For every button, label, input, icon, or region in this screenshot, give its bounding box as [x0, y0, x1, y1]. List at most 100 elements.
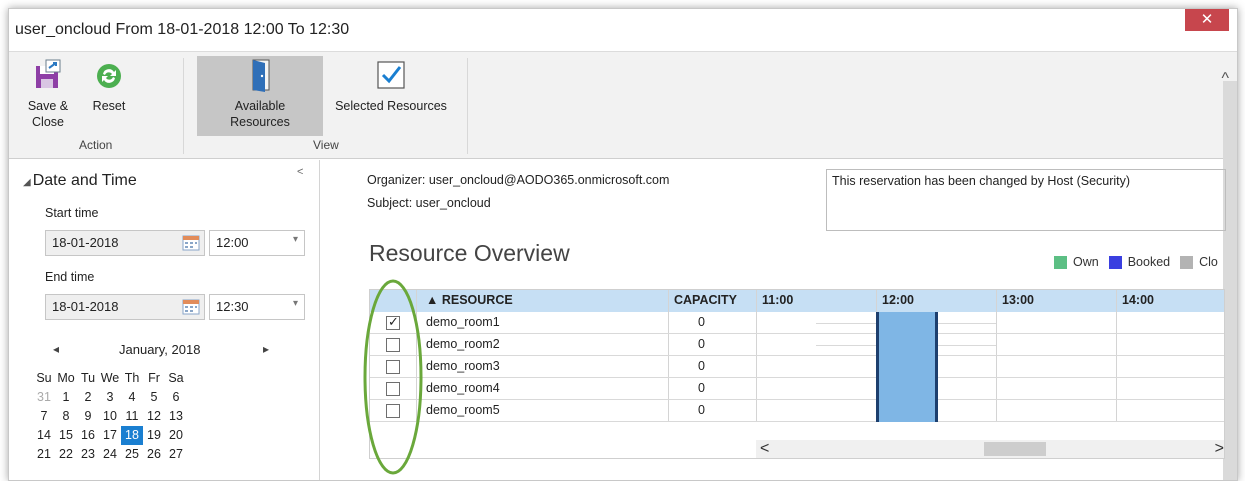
calendar-day[interactable]: 2 [77, 388, 99, 407]
calendar-icon[interactable] [182, 299, 200, 315]
calendar-day[interactable]: 23 [77, 445, 99, 464]
pane-collapse-button[interactable]: < [297, 166, 303, 178]
calendar-icon[interactable] [182, 235, 200, 251]
legend-label: Own [1073, 255, 1099, 269]
scroll-left-button[interactable]: < [756, 440, 769, 458]
legend-item-booked: Booked [1108, 255, 1171, 269]
legend-swatch-own [1054, 255, 1067, 269]
pane-divider[interactable] [319, 160, 320, 480]
column-header-time: 14:00 [1122, 293, 1154, 307]
calendar-day[interactable]: 14 [33, 426, 55, 445]
calendar-day[interactable]: 31 [33, 388, 55, 407]
weekday-label: Sa [168, 371, 184, 385]
calendar-day[interactable]: 25 [121, 445, 143, 464]
legend-swatch-booked [1108, 255, 1122, 269]
ribbon: Save & Close Reset Action Available Reso… [9, 51, 1237, 159]
calendar-day[interactable]: 10 [99, 407, 121, 426]
table-row[interactable]: demo_room3 0 [370, 356, 1224, 378]
window-title: user_oncloud From 18-01-2018 12:00 To 12… [15, 21, 350, 38]
table-row[interactable]: demo_room1 0 [370, 312, 1224, 334]
calendar-day[interactable]: 3 [99, 388, 121, 407]
calendar-day[interactable]: 1 [55, 388, 77, 407]
half-hour-line [816, 345, 876, 346]
table-row[interactable]: demo_room2 0 [370, 334, 1224, 356]
column-header-capacity[interactable]: CAPACITY [674, 293, 737, 307]
booking-block[interactable] [876, 312, 938, 422]
calendar-day[interactable]: 8 [55, 407, 77, 426]
end-time-select[interactable]: 12:30 ▾ [209, 294, 305, 320]
save-close-label: Save & Close [27, 99, 69, 129]
weekday-label: Su [36, 371, 52, 385]
calendar-week-row: 14 15 16 17 18 19 20 [33, 426, 187, 445]
available-resources-button[interactable]: Available Resources [197, 56, 323, 136]
resource-name: demo_room4 [426, 381, 500, 395]
resource-capacity: 0 [698, 359, 705, 373]
calendar-day[interactable]: 13 [165, 407, 187, 426]
resource-capacity: 0 [698, 403, 705, 417]
start-date-value: 18-01-2018 [52, 235, 119, 250]
scroll-thumb[interactable] [984, 442, 1046, 456]
calendar-day[interactable]: 17 [99, 426, 121, 445]
horizontal-scrollbar[interactable]: < > [756, 440, 1224, 458]
calendar-day[interactable]: 12 [143, 407, 165, 426]
calendar-day[interactable]: 15 [55, 426, 77, 445]
scroll-right-button[interactable]: > [1215, 440, 1224, 458]
half-hour-line [816, 323, 876, 324]
calendar-day[interactable]: 4 [121, 388, 143, 407]
resource-capacity: 0 [698, 381, 705, 395]
vertical-scrollbar[interactable] [1223, 81, 1237, 480]
calendar-day[interactable]: 19 [143, 426, 165, 445]
column-header-time: 12:00 [882, 293, 914, 307]
group-separator [467, 58, 468, 154]
calendar-day[interactable]: 11 [121, 407, 143, 426]
column-header-time: 13:00 [1002, 293, 1034, 307]
calendar-day[interactable]: 22 [55, 445, 77, 464]
calendar-day[interactable]: 21 [33, 445, 55, 464]
end-date-field[interactable]: 18-01-2018 [45, 294, 205, 320]
save-close-button[interactable]: Save & Close [17, 56, 79, 130]
selected-resources-label: Selected Resources [335, 99, 447, 113]
section-title-text: Date and Time [32, 172, 137, 189]
calendar-day[interactable]: 24 [99, 445, 121, 464]
reset-button[interactable]: Reset [87, 56, 131, 114]
calendar-day[interactable]: 5 [143, 388, 165, 407]
start-time-select[interactable]: 12:00 ▾ [209, 230, 305, 256]
section-header-date-time[interactable]: ◢ Date and Time [23, 172, 137, 190]
end-time-value: 12:30 [216, 299, 249, 314]
half-hour-line [936, 345, 996, 346]
date-time-pane: ◢ Date and Time < Start time 18-01-2018 1… [9, 160, 319, 480]
calendar-day[interactable]: 9 [77, 407, 99, 426]
expand-collapse-icon: ◢ [23, 177, 31, 188]
table-row[interactable]: demo_room4 0 [370, 378, 1224, 400]
legend-label: Booked [1127, 255, 1171, 269]
calendar-month-label[interactable]: January, 2018 [119, 342, 200, 357]
calendar-day[interactable]: 6 [165, 388, 187, 407]
calendar-day[interactable]: 27 [165, 445, 187, 464]
calendar-day[interactable]: 7 [33, 407, 55, 426]
calendar-next-month-button[interactable]: ▸ [263, 342, 269, 356]
notice-textbox[interactable]: This reservation has been changed by Hos… [826, 169, 1226, 231]
calendar-week-row: 21 22 23 24 25 26 27 [33, 445, 187, 464]
selected-resources-button[interactable]: Selected Resources [327, 56, 455, 114]
calendar-day[interactable]: 20 [165, 426, 187, 445]
calendar-prev-month-button[interactable]: ◂ [53, 342, 59, 356]
calendar-day-selected[interactable]: 18 [121, 426, 143, 445]
calendar-weekday-row: Su Mo Tu We Th Fr Sa [33, 369, 187, 388]
resource-capacity: 0 [698, 315, 705, 329]
table-row[interactable]: demo_room5 0 [370, 400, 1224, 422]
title-bar: user_oncloud From 18-01-2018 12:00 To 12… [9, 9, 1237, 51]
legend-label: Clo [1199, 255, 1218, 269]
resource-capacity: 0 [698, 337, 705, 351]
start-date-field[interactable]: 18-01-2018 [45, 230, 205, 256]
grid-header: ▲ RESOURCE CAPACITY 11:00 12:00 13:00 14… [370, 290, 1224, 312]
calendar-grid: Su Mo Tu We Th Fr Sa 31 1 2 3 4 5 6 7 8 … [33, 369, 187, 464]
weekday-label: Th [124, 371, 140, 385]
start-time-value: 12:00 [216, 235, 249, 250]
resource-name: demo_room3 [426, 359, 500, 373]
reset-label: Reset [92, 99, 126, 113]
column-header-resource[interactable]: ▲ RESOURCE [426, 293, 513, 307]
calendar-day[interactable]: 16 [77, 426, 99, 445]
calendar-day[interactable]: 26 [143, 445, 165, 464]
close-button[interactable]: ✕ [1185, 9, 1229, 31]
legend: Own Booked Clo [1054, 255, 1228, 269]
